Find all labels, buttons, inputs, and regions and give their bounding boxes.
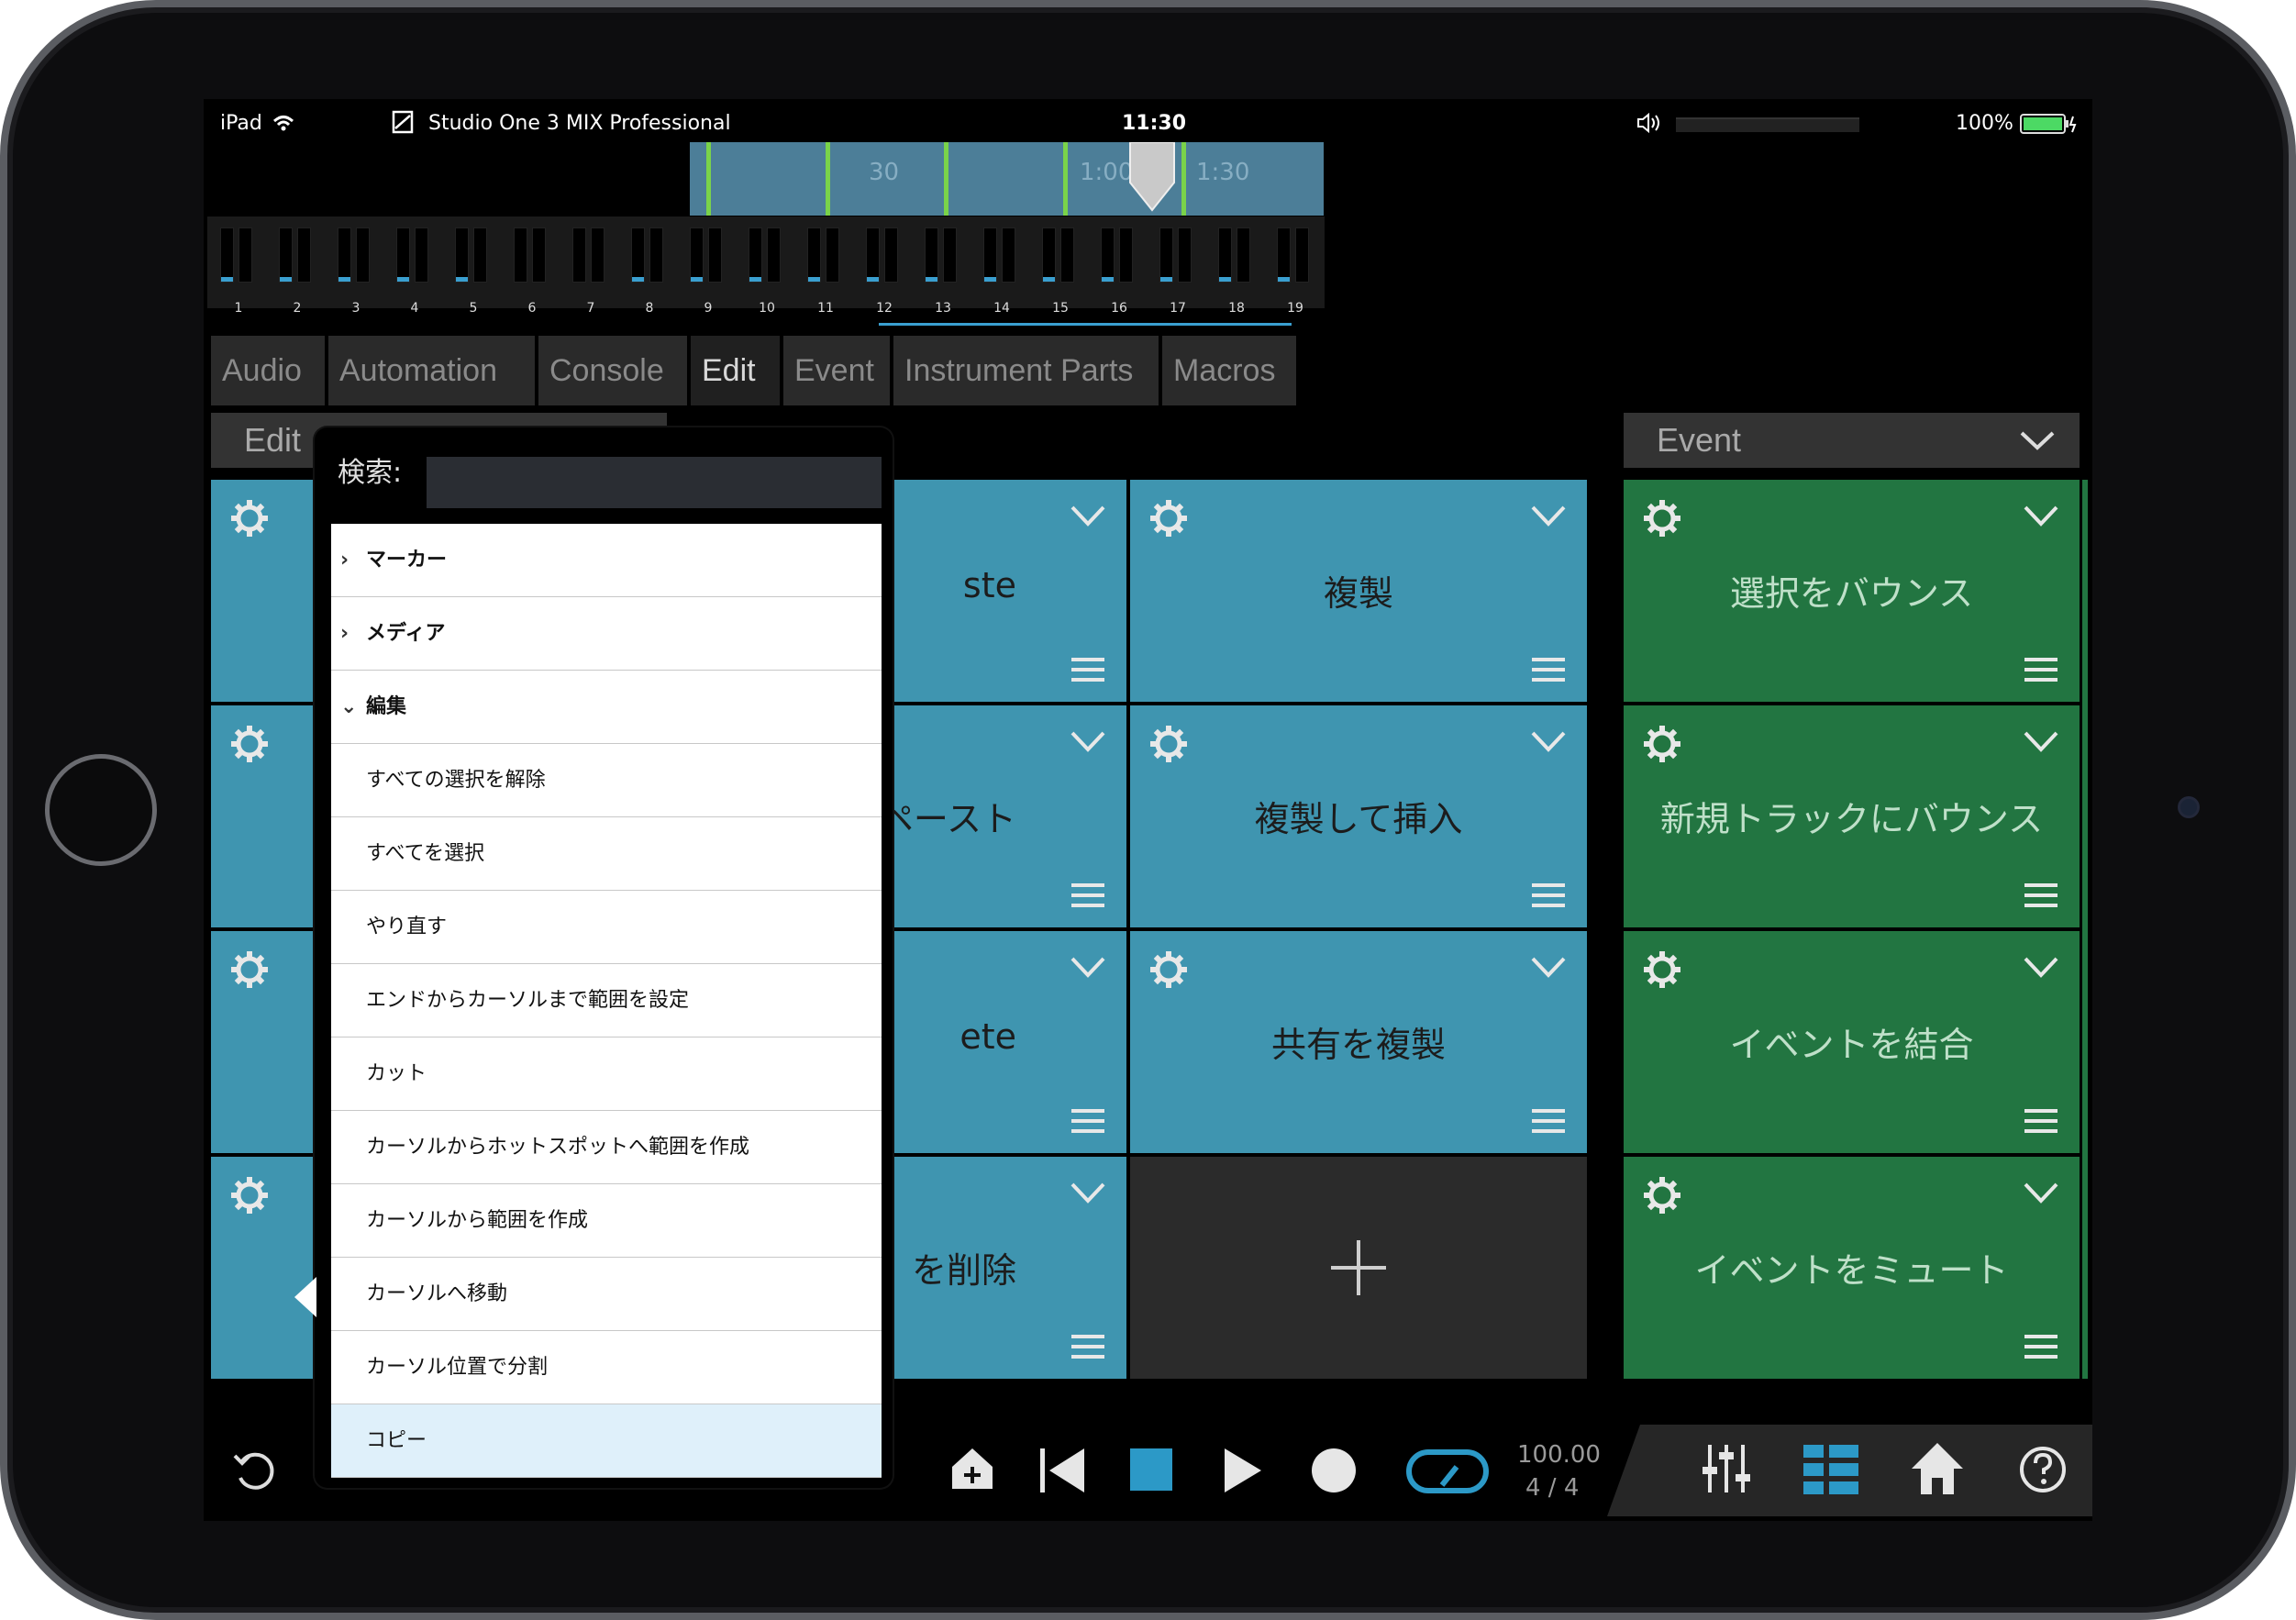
menu-icon[interactable] xyxy=(1071,1109,1104,1133)
list-item-label: コピー xyxy=(366,1429,427,1452)
list-item-label: 編集 xyxy=(366,695,407,718)
list-item-label: カーソルから範囲を作成 xyxy=(366,1209,589,1232)
chevron-down-icon[interactable] xyxy=(1530,955,1567,981)
search-input[interactable] xyxy=(427,457,882,508)
cell-label: イベントを結合 xyxy=(1729,1025,1974,1065)
list-item[interactable]: コピー xyxy=(331,1404,882,1478)
list-item[interactable]: カット xyxy=(331,1037,882,1111)
grid-icon[interactable] xyxy=(1802,1443,1860,1496)
gear-icon[interactable] xyxy=(1642,498,1682,538)
gear-icon[interactable] xyxy=(1148,724,1189,764)
undo-icon[interactable] xyxy=(231,1447,279,1494)
cell-label: 複製して挿入 xyxy=(1254,799,1463,839)
app-screen: iPad Studio One 3 MIX Professional 11:30… xyxy=(204,99,2092,1521)
menu-icon[interactable] xyxy=(1532,658,1565,682)
macro-cell-event[interactable]: イベントをミュート xyxy=(1624,1157,2080,1379)
gear-icon[interactable] xyxy=(229,724,270,764)
marker-add-icon[interactable] xyxy=(947,1443,998,1494)
chevron-down-icon: ⌄ xyxy=(340,695,358,718)
chevron-right-icon: › xyxy=(340,622,349,645)
list-item-label: カット xyxy=(366,1062,427,1085)
menu-icon[interactable] xyxy=(2024,658,2058,682)
add-macro-button[interactable] xyxy=(1130,1157,1587,1379)
chevron-right-icon: › xyxy=(340,549,349,571)
chevron-down-icon[interactable] xyxy=(1070,729,1106,755)
gear-icon[interactable] xyxy=(229,498,270,538)
home-button[interactable] xyxy=(45,754,157,866)
list-item[interactable]: エンドからカーソルまで範囲を設定 xyxy=(331,964,882,1037)
plus-icon xyxy=(1331,1240,1386,1295)
stop-icon[interactable] xyxy=(1128,1447,1176,1494)
chevron-down-icon[interactable] xyxy=(2023,955,2059,981)
camera-icon xyxy=(2178,796,2200,818)
tempo: 100.00 xyxy=(1517,1441,1601,1469)
list-item[interactable]: やり直す xyxy=(331,891,882,964)
list-item-label: すべての選択を解除 xyxy=(366,769,546,792)
list-item-label: メディア xyxy=(366,622,446,645)
menu-icon[interactable] xyxy=(1532,1109,1565,1133)
loop-icon[interactable] xyxy=(1405,1448,1490,1496)
list-category[interactable]: › マーカー xyxy=(331,524,882,597)
chevron-down-icon[interactable] xyxy=(1070,955,1106,981)
cell-label: 複製 xyxy=(1323,573,1393,614)
list-item-label: すべてを選択 xyxy=(366,842,485,865)
menu-icon[interactable] xyxy=(2024,883,2058,907)
macro-cell-edit[interactable]: 複製 xyxy=(1130,480,1587,702)
play-icon[interactable] xyxy=(1219,1445,1267,1496)
gear-icon[interactable] xyxy=(229,1175,270,1215)
menu-icon[interactable] xyxy=(1532,883,1565,907)
gear-icon[interactable] xyxy=(229,949,270,990)
chevron-down-icon[interactable] xyxy=(1530,729,1567,755)
list-item-label: カーソル位置で分割 xyxy=(366,1356,549,1379)
menu-icon[interactable] xyxy=(1071,1335,1104,1359)
macro-cell-event[interactable]: 選択をバウンス xyxy=(1624,480,2080,702)
chevron-down-icon[interactable] xyxy=(2023,1181,2059,1206)
list-category[interactable]: › メディア xyxy=(331,597,882,671)
list-item-label: マーカー xyxy=(366,549,448,571)
list-item[interactable]: カーソル位置で分割 xyxy=(331,1331,882,1404)
chevron-down-icon[interactable] xyxy=(2023,729,2059,755)
gear-icon[interactable] xyxy=(1642,1175,1682,1215)
list-item[interactable]: すべての選択を解除 xyxy=(331,744,882,817)
macro-cell-event[interactable]: 新規トラックにバウンス xyxy=(1624,705,2080,927)
cell-label: 新規トラックにバウンス xyxy=(1659,799,2044,839)
gear-icon[interactable] xyxy=(1148,498,1189,538)
record-icon[interactable] xyxy=(1310,1447,1358,1494)
menu-icon[interactable] xyxy=(1071,883,1104,907)
event-column-edge xyxy=(2082,480,2088,1379)
list-item[interactable]: カーソルから範囲を作成 xyxy=(331,1184,882,1258)
macro-cell-edit[interactable]: 複製して挿入 xyxy=(1130,705,1587,927)
menu-icon[interactable] xyxy=(2024,1335,2058,1359)
list-item[interactable]: カーソルへ移動 xyxy=(331,1258,882,1331)
cell-label: 共有を複製 xyxy=(1270,1025,1446,1065)
gear-icon[interactable] xyxy=(1148,949,1189,990)
list-item-label: カーソルからホットスポットへ範囲を作成 xyxy=(366,1136,750,1159)
chevron-down-icon[interactable] xyxy=(2023,504,2059,529)
cell-label: 選択をバウンス xyxy=(1729,573,1974,614)
chevron-down-icon[interactable] xyxy=(1530,504,1567,529)
menu-icon[interactable] xyxy=(2024,1109,2058,1133)
popover-arrow xyxy=(294,1277,316,1317)
menu-icon[interactable] xyxy=(1071,658,1104,682)
cell-label: イベントをミュート xyxy=(1694,1250,2009,1291)
command-list: › マーカー › メディア ⌄ 編集すべての選択を解除 すべてを選択 やり直すエンドからカーソ… xyxy=(331,524,882,1478)
list-item-label: カーソルへ移動 xyxy=(366,1282,508,1305)
search-label: 検索: xyxy=(338,457,403,489)
home-icon[interactable] xyxy=(1908,1439,1967,1498)
chevron-down-icon[interactable] xyxy=(1070,1181,1106,1206)
list-item-label: エンドからカーソルまで範囲を設定 xyxy=(366,989,690,1012)
gear-icon[interactable] xyxy=(1642,724,1682,764)
mixer-icon[interactable] xyxy=(1699,1441,1754,1496)
list-item-label: やり直す xyxy=(366,915,448,938)
rewind-start-icon[interactable] xyxy=(1037,1445,1088,1496)
gear-icon[interactable] xyxy=(1642,949,1682,990)
macro-cell-event[interactable]: イベントを結合 xyxy=(1624,931,2080,1153)
list-category[interactable]: ⌄ 編集 xyxy=(331,671,882,744)
chevron-down-icon[interactable] xyxy=(1070,504,1106,529)
list-item[interactable]: カーソルからホットスポットへ範囲を作成 xyxy=(331,1111,882,1184)
time-signature: 4 / 4 xyxy=(1525,1474,1580,1502)
macro-cell-edit[interactable]: 共有を複製 xyxy=(1130,931,1587,1153)
help-icon[interactable] xyxy=(2018,1445,2068,1494)
list-item[interactable]: すべてを選択 xyxy=(331,817,882,891)
